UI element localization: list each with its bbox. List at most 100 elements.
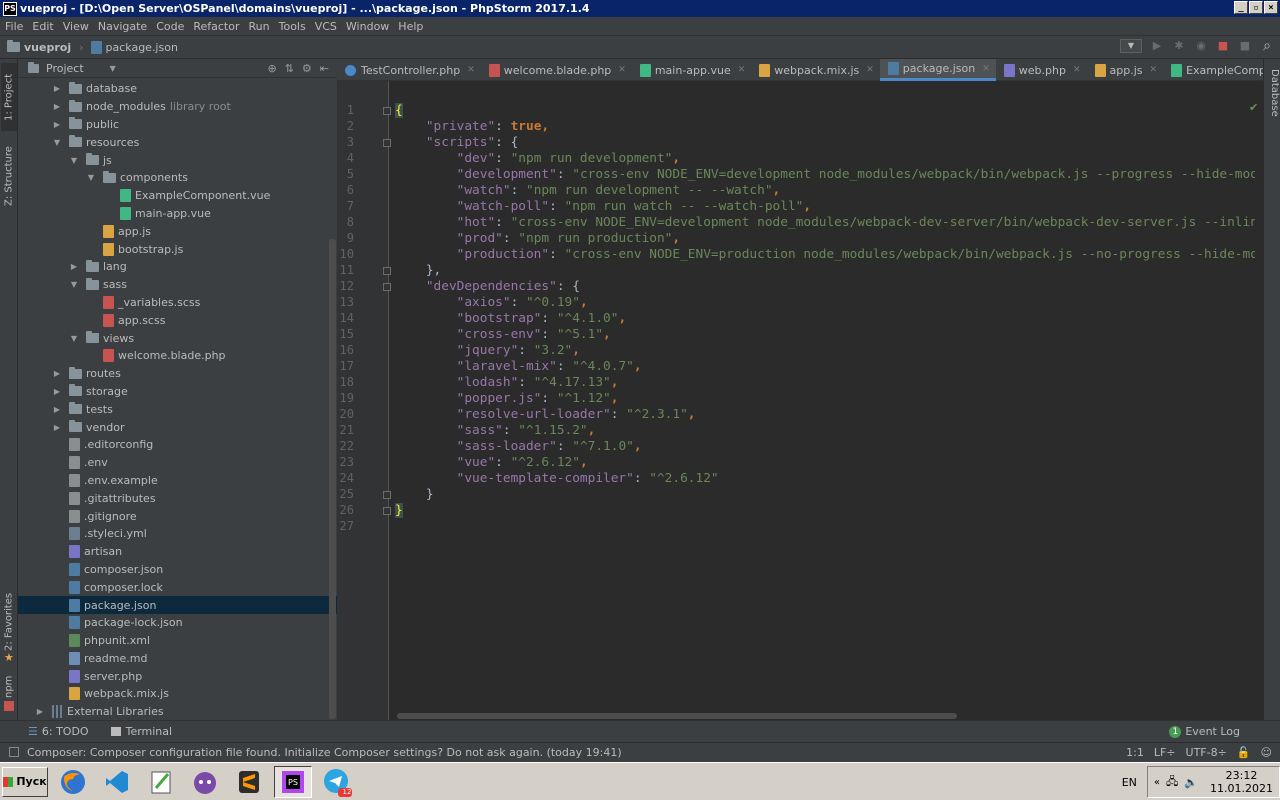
tree-item-views[interactable]: ▼ views: [18, 329, 337, 347]
taskbar-cat-app[interactable]: [186, 766, 224, 798]
taskbar-notepad[interactable]: [142, 766, 180, 798]
menu-navigate[interactable]: Navigate: [98, 20, 147, 33]
menu-tools[interactable]: Tools: [279, 20, 306, 33]
breadcrumb-project[interactable]: vueproj: [7, 40, 71, 54]
tree-item-sass[interactable]: ▼ sass: [18, 276, 337, 294]
npm-tool-tab[interactable]: npm: [1, 674, 17, 700]
tree-item-env-example[interactable]: .env.example: [18, 472, 337, 490]
taskbar-vscode[interactable]: [98, 766, 136, 798]
close-tab-icon[interactable]: ✕: [467, 65, 475, 75]
hide-panel-icon[interactable]: ⇤: [320, 62, 329, 75]
stop-icon[interactable]: ■: [1238, 39, 1252, 53]
tree-item-editorconfig[interactable]: .editorconfig: [18, 436, 337, 454]
tree-item-env[interactable]: .env: [18, 454, 337, 472]
tray-expand-icon[interactable]: «: [1154, 777, 1160, 788]
editor-tab-welcome-blade-php[interactable]: welcome.blade.php ✕: [481, 59, 632, 81]
close-tab-icon[interactable]: ✕: [1073, 65, 1081, 75]
network-icon[interactable]: 🖧: [1166, 773, 1178, 792]
view-selector-chevron-down-icon[interactable]: ▼: [110, 64, 116, 73]
minimize-button[interactable]: _: [1234, 1, 1248, 14]
lock-icon[interactable]: 🔓: [1237, 746, 1251, 759]
close-tab-icon[interactable]: ✕: [982, 64, 990, 74]
tree-item-variables-scss[interactable]: _variables.scss: [18, 294, 337, 312]
menu-help[interactable]: Help: [398, 20, 423, 33]
inspector-icon[interactable]: ☺: [1261, 746, 1272, 759]
collapsed-arrow-icon[interactable]: ▶: [51, 102, 63, 111]
ant-build-icon[interactable]: ■: [1216, 39, 1230, 53]
start-button[interactable]: Пуск: [2, 766, 48, 797]
expanded-arrow-icon[interactable]: ▼: [68, 280, 80, 289]
menu-view[interactable]: View: [63, 20, 89, 33]
collapsed-arrow-icon[interactable]: ▶: [51, 423, 63, 432]
menu-window[interactable]: Window: [346, 20, 389, 33]
scroll-from-source-icon[interactable]: ⊕: [267, 62, 276, 75]
event-log-button[interactable]: 1 Event Log: [1169, 725, 1240, 738]
tree-item-vendor[interactable]: ▶ vendor: [18, 418, 337, 436]
tree-item-lang[interactable]: ▶ lang: [18, 258, 337, 276]
collapsed-arrow-icon[interactable]: ▶: [51, 369, 63, 378]
taskbar-telegram[interactable]: 12: [318, 766, 356, 798]
file-encoding[interactable]: UTF-8÷: [1186, 746, 1227, 759]
editor-tab-webpack-mix-js[interactable]: webpack.mix.js ✕: [751, 59, 880, 81]
gear-icon[interactable]: ⚙: [302, 62, 312, 75]
editor-tab-main-app-vue[interactable]: main-app.vue ✕: [632, 59, 751, 81]
collapsed-arrow-icon[interactable]: ▶: [68, 262, 80, 271]
close-tab-icon[interactable]: ✕: [618, 65, 626, 75]
tree-item-artisan[interactable]: artisan: [18, 543, 337, 561]
tree-item-app-scss[interactable]: app.scss: [18, 311, 337, 329]
tree-item-public[interactable]: ▶ public: [18, 116, 337, 134]
window-title-bar[interactable]: PS vueproj - [D:\Open Server\OSPanel\dom…: [0, 0, 1280, 17]
fold-marker-icon[interactable]: [383, 139, 391, 147]
expanded-arrow-icon[interactable]: ▼: [68, 156, 80, 165]
run-config-dropdown[interactable]: ▼: [1120, 39, 1142, 53]
tree-item-styleci-yml[interactable]: .styleci.yml: [18, 525, 337, 543]
database-tool-tab[interactable]: Database: [1265, 69, 1280, 125]
menu-run[interactable]: Run: [249, 20, 270, 33]
tree-item-package-lock-json[interactable]: package-lock.json: [18, 614, 337, 632]
editor-tab-package-json[interactable]: package.json ✕: [879, 59, 996, 81]
project-panel-title[interactable]: Project: [46, 62, 84, 75]
editor-tab-testcontroller-php[interactable]: TestController.php ✕: [337, 59, 481, 81]
run-icon[interactable]: ▶: [1150, 39, 1164, 53]
tree-item-webpack-mix-js[interactable]: webpack.mix.js: [18, 685, 337, 703]
expanded-arrow-icon[interactable]: ▼: [68, 334, 80, 343]
close-tab-icon[interactable]: ✕: [1150, 65, 1158, 75]
tree-item-storage[interactable]: ▶ storage: [18, 383, 337, 401]
tree-item-database[interactable]: ▶ database: [18, 80, 337, 98]
menu-code[interactable]: Code: [156, 20, 184, 33]
collapse-all-icon[interactable]: ⇅: [285, 62, 294, 75]
favorites-tool-tab[interactable]: 2: Favorites: [1, 591, 17, 653]
taskbar-phpstorm[interactable]: PS: [274, 765, 312, 798]
restore-button[interactable]: ▫: [1249, 1, 1263, 14]
fold-marker-icon[interactable]: [383, 107, 391, 115]
line-separator[interactable]: LF÷: [1154, 746, 1176, 759]
collapsed-arrow-icon[interactable]: ▶: [51, 405, 63, 414]
tree-item-composer-json[interactable]: composer.json: [18, 561, 337, 579]
menu-edit[interactable]: Edit: [32, 20, 53, 33]
taskbar-firefox[interactable]: [54, 766, 92, 798]
tree-item-external-libraries[interactable]: ▶ External Libraries: [18, 703, 337, 721]
fold-marker-icon[interactable]: [383, 507, 391, 515]
tree-item-gitattributes[interactable]: .gitattributes: [18, 489, 337, 507]
collapsed-arrow-icon[interactable]: ▶: [51, 120, 63, 129]
tree-item-app-js[interactable]: app.js: [18, 222, 337, 240]
todo-tool-button[interactable]: ☰ 6: TODO: [28, 725, 89, 738]
volume-icon[interactable]: 🔈: [1184, 776, 1198, 789]
tree-item-tests[interactable]: ▶ tests: [18, 400, 337, 418]
search-everywhere-icon[interactable]: ⌕: [1260, 39, 1274, 53]
tree-item-package-json[interactable]: package.json: [18, 596, 337, 614]
tree-item-examplecomponent-vue[interactable]: ExampleComponent.vue: [18, 187, 337, 205]
code-view[interactable]: { "private": true, "scripts": { "dev": "…: [395, 81, 1255, 720]
editor-tab-app-js[interactable]: app.js ✕: [1087, 59, 1164, 81]
close-tab-icon[interactable]: ✕: [738, 65, 746, 75]
taskbar-sublime[interactable]: [230, 766, 268, 798]
tree-item-components[interactable]: ▼ components: [18, 169, 337, 187]
collapsed-arrow-icon[interactable]: ▶: [51, 387, 63, 396]
project-tool-tab[interactable]: 1: Project: [1, 63, 17, 131]
menu-vcs[interactable]: VCS: [315, 20, 337, 33]
tree-item-welcome-blade-php[interactable]: welcome.blade.php: [18, 347, 337, 365]
tree-item-server-php[interactable]: server.php: [18, 667, 337, 685]
collapsed-arrow-icon[interactable]: ▶: [51, 84, 63, 93]
tree-item-readme-md[interactable]: readme.md: [18, 650, 337, 668]
fold-marker-icon[interactable]: [383, 491, 391, 499]
